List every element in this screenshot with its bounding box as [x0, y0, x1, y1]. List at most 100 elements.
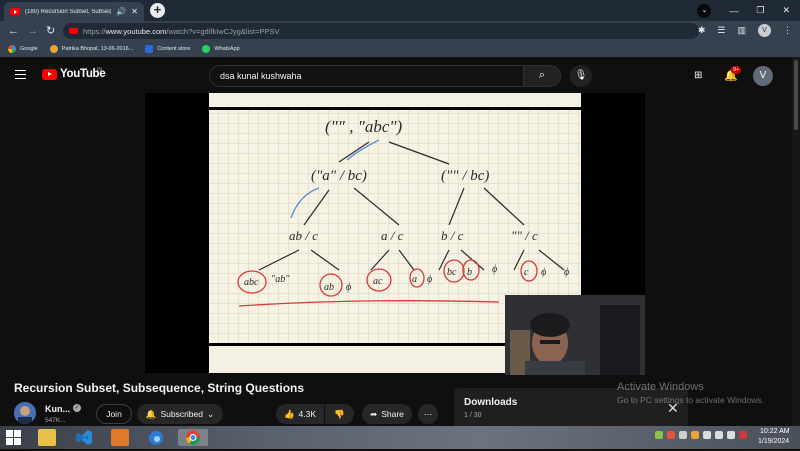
subscriber-count: 547K... [45, 417, 66, 424]
close-window-icon[interactable]: ✕ [782, 5, 790, 16]
close-tab-icon[interactable]: ✕ [131, 7, 138, 16]
forward-icon[interactable]: → [27, 24, 38, 38]
tree-level2-node: b / c [441, 228, 464, 243]
downloads-count: 1 / 30 [464, 412, 482, 419]
tree-leaf: ab [324, 282, 334, 293]
bookmark-google[interactable]: Google [8, 45, 38, 53]
tree-leaf: a [412, 274, 417, 285]
more-actions-button[interactable]: ⋯ [418, 404, 438, 424]
channel-avatar[interactable] [14, 402, 36, 424]
clock-date[interactable]: 1/19/2024 [758, 438, 789, 445]
youtube-favicon-icon [10, 8, 20, 15]
back-icon[interactable]: ← [8, 24, 19, 38]
file-explorer-icon[interactable] [38, 429, 56, 446]
like-button[interactable]: 👍 4.3K [276, 404, 324, 424]
join-label: Join [106, 409, 122, 419]
playlist-icon[interactable]: ☰ [717, 25, 725, 36]
content-store-icon [145, 45, 154, 53]
tree-level1-left: ("a" / bc) [311, 168, 367, 184]
system-tray [655, 431, 747, 439]
side-panel-icon[interactable]: ▥ [737, 25, 746, 36]
tray-app-icon[interactable] [679, 431, 687, 439]
search-input[interactable]: dsa kunal kushwaha [209, 65, 524, 87]
tab-title: (180) Recursion Subset, Subsequence... [25, 8, 112, 15]
account-avatar[interactable]: V [753, 66, 773, 86]
windows-start-icon[interactable] [6, 430, 24, 447]
bell-icon: 🔔 [145, 408, 157, 419]
vscode-icon[interactable] [75, 429, 93, 446]
channel-name[interactable]: Kun... [45, 404, 70, 414]
share-button[interactable]: ➦ Share [362, 404, 412, 424]
reload-icon[interactable]: ↻ [46, 24, 55, 38]
create-video-icon[interactable]: ⊞ [694, 70, 702, 81]
thumbs-down-icon: 👎 [334, 408, 345, 419]
battery-icon[interactable] [703, 431, 711, 439]
vscode-logo-icon [76, 430, 92, 445]
tray-app-icon[interactable] [667, 431, 675, 439]
url-text: https://www.youtube.com/watch?v=gdifkIwC… [83, 26, 280, 36]
youtube-favicon-icon [69, 28, 78, 34]
speaker-icon[interactable]: 🔊 [116, 7, 126, 16]
network-icon[interactable] [715, 431, 723, 439]
notification-icon[interactable] [739, 431, 747, 439]
tree-leaf: abc [244, 277, 259, 288]
bookmark-patrika[interactable]: Patrika Bhopal, 13-06-2016... [49, 45, 134, 53]
bookmarks-bar: Google Patrika Bhopal, 13-06-2016... Con… [0, 41, 800, 57]
tab-search-icon[interactable]: ⌄ [697, 3, 712, 18]
search-value: dsa kunal kushwaha [220, 71, 302, 81]
join-button[interactable]: Join [96, 404, 132, 424]
search-icon: ⌕ [538, 69, 546, 81]
hamburger-menu-icon[interactable] [15, 70, 26, 79]
tray-app-icon[interactable] [691, 431, 699, 439]
restore-icon[interactable]: ❐ [756, 5, 764, 16]
profile-avatar[interactable]: V [758, 24, 771, 37]
edge-browser-icon[interactable] [147, 429, 165, 446]
share-label: Share [381, 409, 404, 419]
clock-time[interactable]: 10:22 AM [760, 428, 790, 435]
blue-arrow-annotation [346, 139, 380, 161]
microphone-icon: 🎙 [574, 70, 588, 81]
bookmark-label: Content store [157, 46, 191, 52]
chrome-taskbar-icon[interactable] [178, 429, 208, 446]
voice-search-button[interactable]: 🎙 [570, 65, 592, 87]
bookmark-content-store[interactable]: Content store [145, 45, 190, 53]
subscribed-button[interactable]: 🔔 Subscribed ⌄ [137, 404, 223, 424]
tree-level2-node: "" / c [511, 228, 538, 243]
tree-leaf: ac [373, 276, 383, 287]
browser-tab[interactable]: (180) Recursion Subset, Subsequence... 🔊… [4, 2, 144, 21]
scrollbar-thumb[interactable] [794, 60, 798, 130]
logo-region: IN [97, 67, 102, 73]
chevron-down-icon: ⌄ [207, 408, 215, 419]
tree-leaf: c [524, 267, 529, 278]
tree-level2-node: ab / c [289, 228, 318, 243]
address-bar-row: ← → ↻ https://www.youtube.com/watch?v=gd… [0, 21, 800, 41]
media-player-icon[interactable] [111, 429, 129, 446]
edge-logo-icon [149, 431, 163, 445]
new-tab-button[interactable]: + [150, 3, 165, 18]
volume-icon[interactable] [727, 431, 735, 439]
omnibox[interactable]: https://www.youtube.com/watch?v=gdifkIwC… [63, 23, 699, 39]
video-title: Recursion Subset, Subsequence, String Qu… [14, 381, 305, 395]
youtube-logo[interactable]: YouTube [42, 68, 106, 80]
thumbs-up-icon: 👍 [283, 408, 295, 419]
tree-leaf: ϕ [427, 274, 432, 285]
tree-leaf: b [467, 267, 472, 278]
menu-icon[interactable]: ⋮ [783, 25, 792, 36]
tree-root-label: ("" , "abc") [325, 117, 403, 136]
minimize-icon[interactable]: — [729, 6, 738, 16]
browser-tab-bar: (180) Recursion Subset, Subsequence... 🔊… [0, 0, 800, 21]
dislike-button[interactable]: 👎 [325, 404, 354, 424]
channel-avatar-image [14, 402, 36, 424]
verified-check-icon: ✓ [73, 404, 81, 412]
tray-app-icon[interactable] [655, 431, 663, 439]
whatsapp-icon [202, 45, 211, 53]
extensions-icon[interactable]: ✱ [698, 25, 706, 36]
bookmark-whatsapp[interactable]: WhatsApp [202, 45, 240, 53]
search-button[interactable]: ⌕ [523, 65, 561, 87]
subscribed-label: Subscribed [160, 409, 203, 419]
tree-leaf: ϕ [346, 282, 351, 293]
chrome-logo-icon [185, 430, 201, 445]
presenter-webcam-image [505, 295, 645, 375]
tree-leaf: "ab" [271, 274, 290, 285]
bookmark-label: Patrika Bhopal, 13-06-2016... [61, 46, 134, 52]
